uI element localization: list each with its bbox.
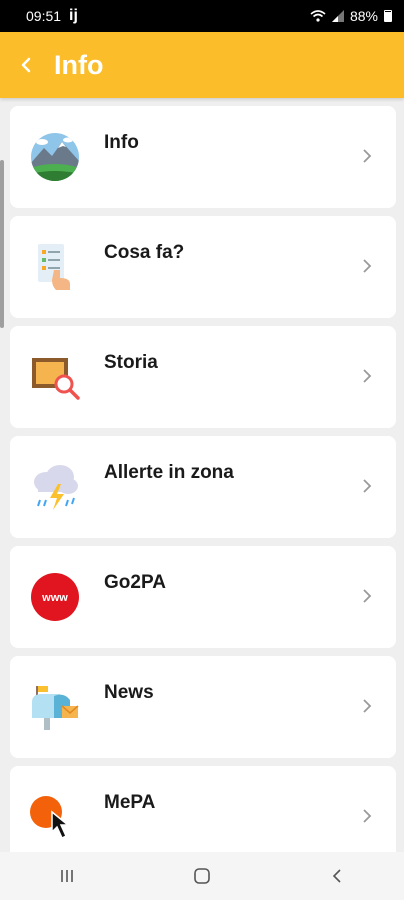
menu-item-label: Allerte in zona — [104, 462, 234, 483]
menu-item-storia[interactable]: Storia — [10, 326, 396, 428]
status-time: 09:51 — [26, 8, 62, 24]
recent-apps-icon — [61, 870, 74, 882]
menu-item-label: Storia — [104, 352, 158, 373]
home-button[interactable] — [172, 856, 232, 896]
chevron-right-icon — [362, 258, 376, 276]
www-badge-text: www — [41, 592, 68, 604]
orange-dot-cursor-icon — [30, 796, 71, 840]
battery-percentage: 88% — [349, 8, 378, 24]
back-arrow-icon — [21, 57, 31, 73]
menu-item-allerte[interactable]: Allerte in zona — [10, 436, 396, 538]
menu-list: Info Cosa fa? Storia Allerte in zona www… — [0, 98, 404, 852]
back-button[interactable] — [6, 45, 46, 85]
status-bar: 09:51 ij 88% — [0, 0, 404, 32]
mailbox-icon — [32, 686, 79, 730]
system-back-button[interactable] — [307, 856, 367, 896]
battery-icon — [384, 10, 392, 22]
recent-apps-button[interactable] — [37, 856, 97, 896]
menu-item-label: News — [104, 682, 154, 703]
app-bar: Info — [0, 32, 404, 98]
chevron-right-icon — [362, 808, 376, 826]
menu-item-mepa[interactable]: MePA — [10, 766, 396, 852]
chevron-right-icon — [362, 698, 376, 716]
chevron-right-icon — [362, 478, 376, 496]
menu-item-label: MePA — [104, 792, 156, 813]
menu-item-label: Cosa fa? — [104, 242, 185, 263]
home-icon — [194, 868, 210, 884]
menu-item-cosa-fa[interactable]: Cosa fa? — [10, 216, 396, 318]
www-icon: www — [31, 573, 79, 621]
chevron-right-icon — [362, 148, 376, 166]
page-title: Info — [54, 49, 104, 80]
storm-cloud-icon — [34, 465, 78, 510]
back-icon — [332, 869, 341, 883]
signal-icon — [331, 10, 344, 22]
checklist-hand-icon — [38, 244, 70, 290]
landscape-icon — [31, 133, 79, 181]
menu-item-go2pa[interactable]: www Go2PA — [10, 546, 396, 648]
menu-item-label: Go2PA — [104, 572, 166, 593]
wifi-icon — [310, 10, 326, 22]
menu-item-label: Info — [104, 132, 139, 153]
menu-item-info[interactable]: Info — [10, 106, 396, 208]
menu-item-news[interactable]: News — [10, 656, 396, 758]
chevron-right-icon — [362, 368, 376, 386]
system-nav-bar — [0, 852, 404, 900]
chevron-right-icon — [362, 588, 376, 606]
app-notification-icon: ij — [69, 7, 78, 24]
frame-magnifier-icon — [32, 358, 80, 400]
